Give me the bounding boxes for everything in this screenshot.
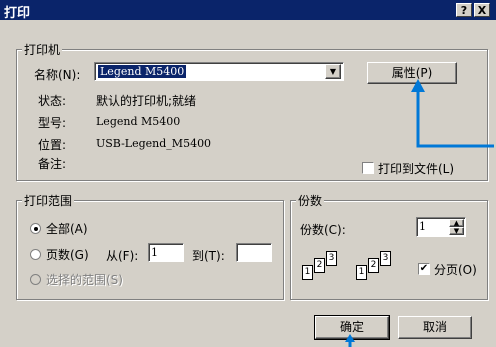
arrow-to-properties: [416, 90, 494, 148]
annotation-arrows: [345, 79, 494, 347]
arrow-head-icon: [345, 334, 355, 342]
arrow-head-icon: [411, 79, 425, 92]
